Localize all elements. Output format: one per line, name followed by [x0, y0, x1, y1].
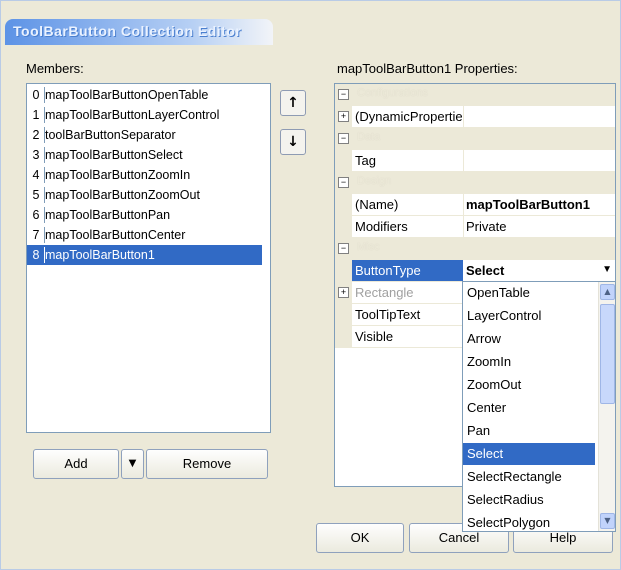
expand-icon[interactable]: +: [338, 111, 349, 122]
category-row[interactable]: − Configurations: [335, 84, 615, 106]
move-up-button[interactable]: ↑: [280, 90, 306, 116]
arrow-down-icon: ↓: [287, 134, 299, 150]
members-list[interactable]: 0 mapToolBarButtonOpenTable 1 mapToolBarBu…: [26, 83, 271, 433]
property-name: Modifiers: [355, 219, 408, 234]
scrollbar-thumb[interactable]: [600, 304, 615, 404]
add-button[interactable]: Add: [33, 449, 119, 479]
category-row[interactable]: − Design: [335, 172, 615, 194]
list-item-label: toolBarButtonSeparator: [45, 128, 176, 142]
property-row[interactable]: + (DynamicPropertie: [335, 106, 615, 128]
collapse-icon[interactable]: −: [338, 243, 349, 254]
dropdown-option[interactable]: Pan: [467, 420, 490, 442]
ok-button[interactable]: OK: [316, 523, 404, 553]
property-name: Tag: [355, 153, 376, 168]
expand-icon[interactable]: +: [338, 287, 349, 298]
category-label: Misc: [357, 241, 380, 253]
category-label: Design: [357, 175, 392, 187]
category-label: Data: [357, 131, 381, 143]
scroll-down-icon[interactable]: ▼: [600, 513, 615, 529]
list-item-label: mapToolBarButtonZoomIn: [45, 168, 191, 182]
chevron-down-icon[interactable]: ▼: [602, 264, 612, 275]
property-name: (Name): [355, 197, 399, 212]
properties-label: mapToolBarButton1 Properties:: [337, 61, 518, 76]
property-value[interactable]: Private: [466, 219, 506, 234]
dropdown-option[interactable]: SelectRectangle: [467, 466, 562, 488]
property-row[interactable]: Modifiers Private: [335, 216, 615, 238]
property-name: ToolTipText: [355, 307, 421, 322]
add-dropdown-button[interactable]: ▼: [121, 449, 144, 479]
members-label: Members:: [26, 61, 84, 76]
property-value[interactable]: Select: [466, 263, 504, 278]
property-name: Rectangle: [355, 285, 414, 300]
list-item-selected[interactable]: 8 mapToolBarButton1: [27, 245, 262, 265]
collection-editor-dialog: ToolBarButton Collection Editor Members:…: [0, 0, 621, 570]
property-row[interactable]: Tag: [335, 150, 615, 172]
list-item-label: mapToolBarButtonOpenTable: [45, 88, 209, 102]
scroll-up-icon[interactable]: ▲: [600, 284, 615, 300]
dropdown-option[interactable]: ZoomOut: [467, 374, 521, 396]
list-item[interactable]: 2 toolBarButtonSeparator: [27, 125, 270, 145]
collapse-icon[interactable]: −: [338, 177, 349, 188]
dropdown-option[interactable]: ZoomIn: [467, 351, 511, 373]
list-item-label: mapToolBarButtonPan: [45, 208, 171, 222]
chevron-down-icon: ▼: [128, 458, 137, 469]
list-item[interactable]: 6 mapToolBarButtonPan: [27, 205, 270, 225]
dropdown-option[interactable]: SelectPolygon: [467, 512, 550, 531]
list-item[interactable]: 7 mapToolBarButtonCenter: [27, 225, 270, 245]
property-row-selected[interactable]: ButtonType Select ▼: [335, 260, 615, 282]
collapse-icon[interactable]: −: [338, 89, 349, 100]
property-row[interactable]: (Name) mapToolBarButton1: [335, 194, 615, 216]
arrow-up-icon: ↑: [287, 95, 299, 111]
property-name: Visible: [355, 329, 394, 344]
dropdown-option[interactable]: OpenTable: [467, 282, 530, 304]
collapse-icon[interactable]: −: [338, 133, 349, 144]
list-item[interactable]: 5 mapToolBarButtonZoomOut: [27, 185, 270, 205]
dropdown-option[interactable]: SelectRadius: [467, 489, 544, 511]
list-item-label: mapToolBarButtonZoomOut: [45, 188, 200, 202]
category-label: Configurations: [357, 87, 428, 99]
buttontype-dropdown-list[interactable]: OpenTable LayerControl Arrow ZoomIn Zoom…: [462, 281, 616, 532]
list-item-label: mapToolBarButton1: [45, 248, 155, 262]
property-value[interactable]: mapToolBarButton1: [466, 197, 590, 212]
dropdown-option[interactable]: LayerControl: [467, 305, 541, 327]
dropdown-option[interactable]: Center: [467, 397, 506, 419]
list-item-label: mapToolBarButtonLayerControl: [45, 108, 220, 122]
dropdown-option[interactable]: Arrow: [467, 328, 501, 350]
list-item[interactable]: 3 mapToolBarButtonSelect: [27, 145, 270, 165]
window-title: ToolBarButton Collection Editor: [13, 23, 242, 39]
list-item[interactable]: 1 mapToolBarButtonLayerControl: [27, 105, 270, 125]
move-down-button[interactable]: ↓: [280, 129, 306, 155]
list-item-label: mapToolBarButtonSelect: [45, 148, 183, 162]
remove-button[interactable]: Remove: [146, 449, 268, 479]
category-row[interactable]: − Misc: [335, 238, 615, 260]
list-item-label: mapToolBarButtonCenter: [45, 228, 186, 242]
property-name: (DynamicPropertie: [355, 109, 463, 124]
title-bar[interactable]: ToolBarButton Collection Editor: [5, 19, 273, 45]
dropdown-scrollbar[interactable]: ▲ ▼: [598, 282, 615, 531]
list-item[interactable]: 0 mapToolBarButtonOpenTable: [27, 85, 270, 105]
list-item[interactable]: 4 mapToolBarButtonZoomIn: [27, 165, 270, 185]
dropdown-option-selected[interactable]: Select: [463, 443, 595, 465]
property-name: ButtonType: [355, 263, 421, 278]
category-row[interactable]: − Data: [335, 128, 615, 150]
